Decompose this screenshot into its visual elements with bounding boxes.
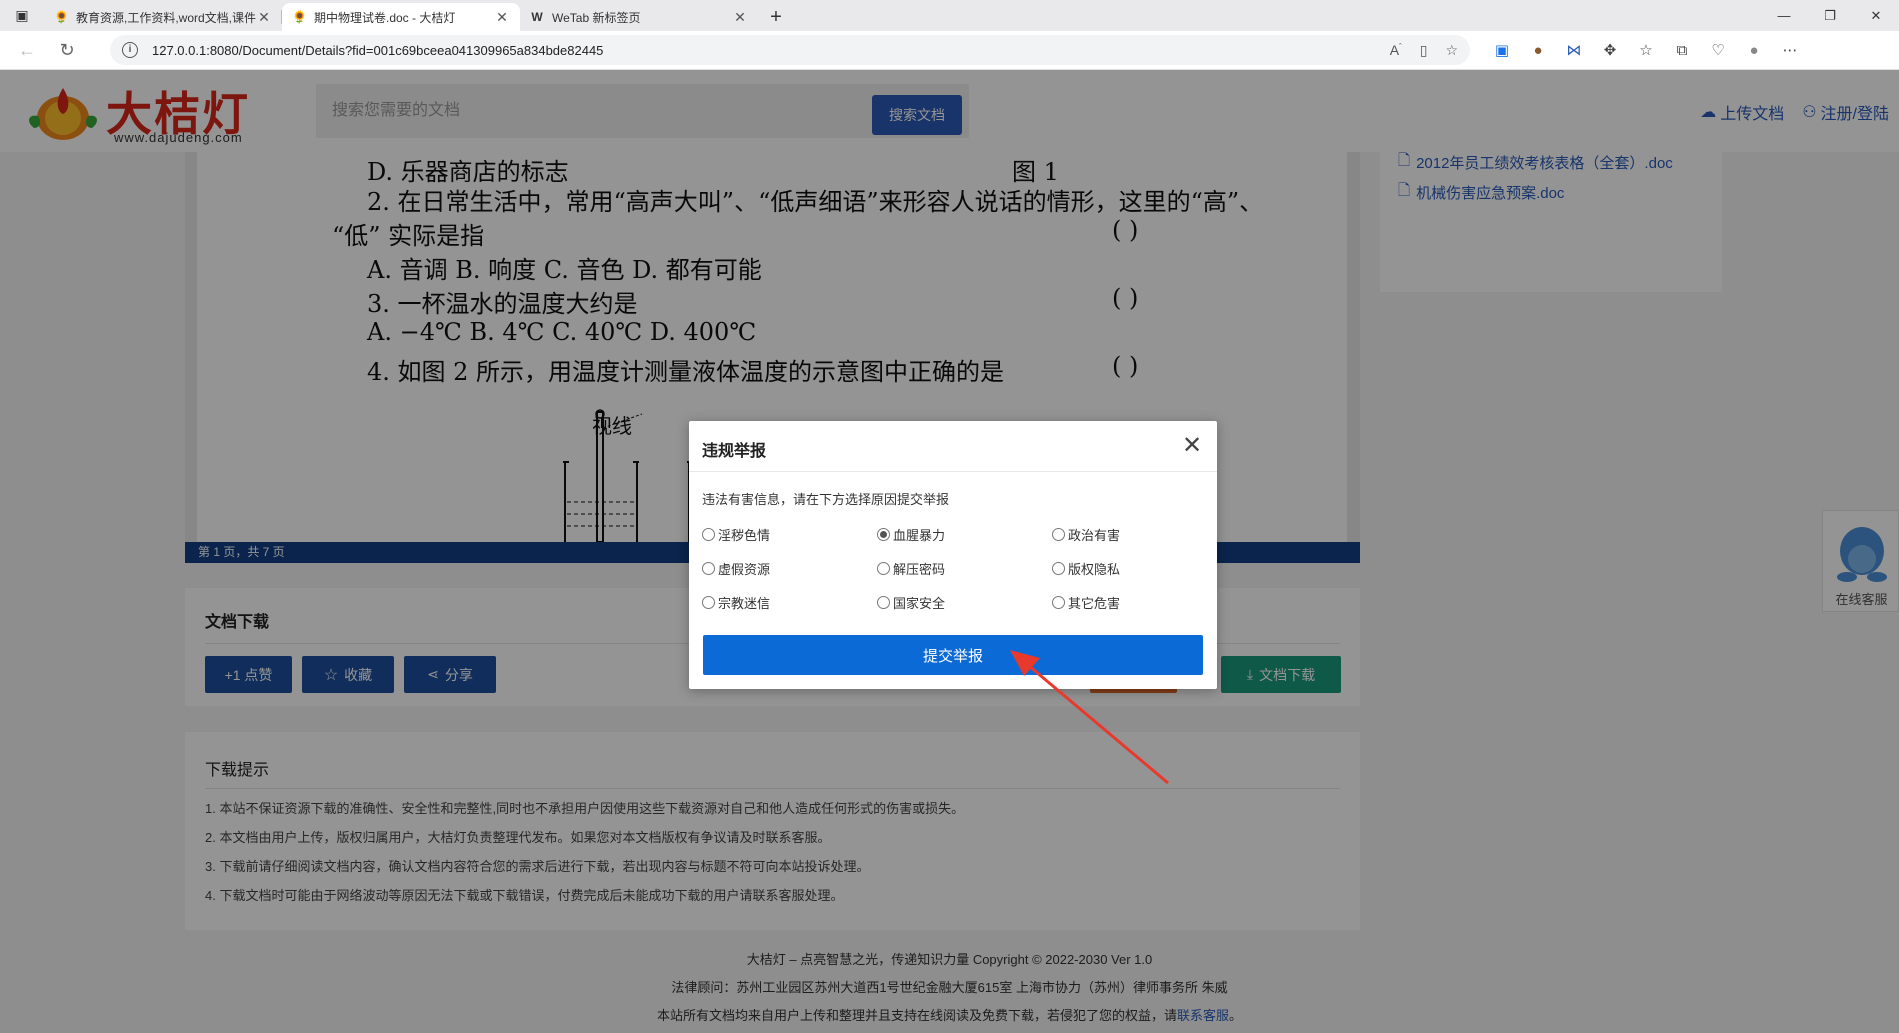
radio-button[interactable] [877, 562, 890, 575]
read-aloud-icon[interactable]: Aˆ [1390, 42, 1402, 58]
radio-button[interactable] [702, 562, 715, 575]
radio-button[interactable] [702, 596, 715, 609]
radio-button[interactable] [1052, 562, 1065, 575]
reader-view-icon[interactable]: ▯ [1420, 42, 1428, 59]
report-modal: 违规举报 ✕ 违法有害信息，请在下方选择原因提交举报 淫秽色情 血腥暴力 政治有… [689, 421, 1217, 689]
performance-icon[interactable]: ♡ [1700, 35, 1736, 65]
tab-favicon-icon: 🌻 [54, 10, 69, 24]
reason-radio-violence[interactable]: 血腥暴力 [877, 525, 945, 544]
browser-tab-3[interactable]: W WeTab 新标签页 ✕ [520, 3, 758, 31]
divider [689, 471, 1217, 472]
tab-close-icon[interactable]: ✕ [732, 9, 748, 26]
close-window-icon[interactable]: ✕ [1853, 0, 1899, 31]
reason-radio-password[interactable]: 解压密码 [877, 559, 945, 578]
address-bar: ← ↻ i 127.0.0.1:8080/Document/Details?fi… [0, 31, 1899, 70]
reason-label: 国家安全 [893, 596, 946, 611]
collections-icon[interactable]: ⧉ [1664, 35, 1700, 65]
restore-icon[interactable]: ❐ [1807, 0, 1853, 31]
close-icon[interactable]: ✕ [1177, 430, 1207, 460]
more-menu-icon[interactable]: ⋯ [1772, 35, 1808, 65]
browser-tab-1[interactable]: 🌻 教育资源,工作资料,word文档,课件 ✕ [44, 3, 282, 31]
browser-tab-bar: ▣ 🌻 教育资源,工作资料,word文档,课件 ✕ 🌻 期中物理试卷.doc -… [0, 0, 1899, 31]
add-favorite-icon[interactable]: ☆ [1445, 42, 1458, 59]
url-text[interactable]: 127.0.0.1:8080/Document/Details?fid=001c… [152, 43, 1372, 58]
bracket-extension-icon[interactable]: ⋈ [1556, 35, 1592, 65]
tab-title: 教育资源,工作资料,word文档,课件 [76, 10, 256, 25]
tab-actions-icon[interactable]: ▣ [0, 0, 44, 31]
modal-title: 违规举报 [702, 443, 767, 460]
favorites-icon[interactable]: ☆ [1628, 35, 1664, 65]
site-info-icon[interactable]: i [122, 42, 138, 58]
browser-tab-2[interactable]: 🌻 期中物理试卷.doc - 大桔灯 ✕ [282, 3, 520, 31]
radio-button[interactable] [1052, 528, 1065, 541]
extensions-puzzle-icon[interactable]: ✥ [1592, 35, 1628, 65]
radio-button[interactable] [1052, 596, 1065, 609]
reason-radio-political[interactable]: 政治有害 [1052, 525, 1120, 544]
reason-label: 解压密码 [893, 562, 946, 577]
modal-description: 违法有害信息，请在下方选择原因提交举报 [702, 492, 950, 507]
new-tab-icon[interactable]: + [758, 3, 794, 31]
reason-label: 虚假资源 [718, 562, 771, 577]
reason-label: 淫秽色情 [718, 528, 771, 543]
profile-avatar-icon[interactable]: ● [1736, 35, 1772, 65]
tab-close-icon[interactable]: ✕ [494, 9, 510, 26]
minimize-icon[interactable]: — [1761, 0, 1807, 31]
extension-toolbar: ▣ ● ⋈ ✥ ☆ ⧉ ♡ ● ⋯ [1484, 35, 1808, 65]
cookie-extension-icon[interactable]: ● [1520, 35, 1556, 65]
tab-favicon-icon: 🌻 [292, 10, 307, 24]
reason-label: 其它危害 [1068, 596, 1121, 611]
reason-radio-copyright[interactable]: 版权隐私 [1052, 559, 1120, 578]
radio-button[interactable] [877, 596, 890, 609]
radio-button[interactable] [702, 528, 715, 541]
tab-close-icon[interactable]: ✕ [256, 9, 272, 26]
reason-radio-security[interactable]: 国家安全 [877, 593, 945, 612]
reason-radio-other[interactable]: 其它危害 [1052, 593, 1120, 612]
tab-favicon-icon: W [531, 10, 543, 24]
reason-label: 宗教迷信 [718, 596, 771, 611]
back-icon[interactable]: ← [10, 35, 44, 65]
radio-button-checked[interactable] [877, 528, 890, 541]
tab-title: WeTab 新标签页 [552, 10, 641, 25]
reason-label: 版权隐私 [1068, 562, 1121, 577]
reason-label: 政治有害 [1068, 528, 1121, 543]
submit-report-button[interactable]: 提交举报 [703, 635, 1203, 675]
tab-title: 期中物理试卷.doc - 大桔灯 [314, 10, 456, 25]
reason-radio-porn[interactable]: 淫秽色情 [702, 525, 770, 544]
window-controls: — ❐ ✕ [1761, 0, 1899, 31]
translate-extension-icon[interactable]: ▣ [1484, 35, 1520, 65]
reason-label: 血腥暴力 [893, 528, 946, 543]
reason-radio-religion[interactable]: 宗教迷信 [702, 593, 770, 612]
reason-radio-fake[interactable]: 虚假资源 [702, 559, 770, 578]
url-box[interactable]: i 127.0.0.1:8080/Document/Details?fid=00… [110, 35, 1470, 65]
refresh-icon[interactable]: ↻ [50, 35, 84, 65]
